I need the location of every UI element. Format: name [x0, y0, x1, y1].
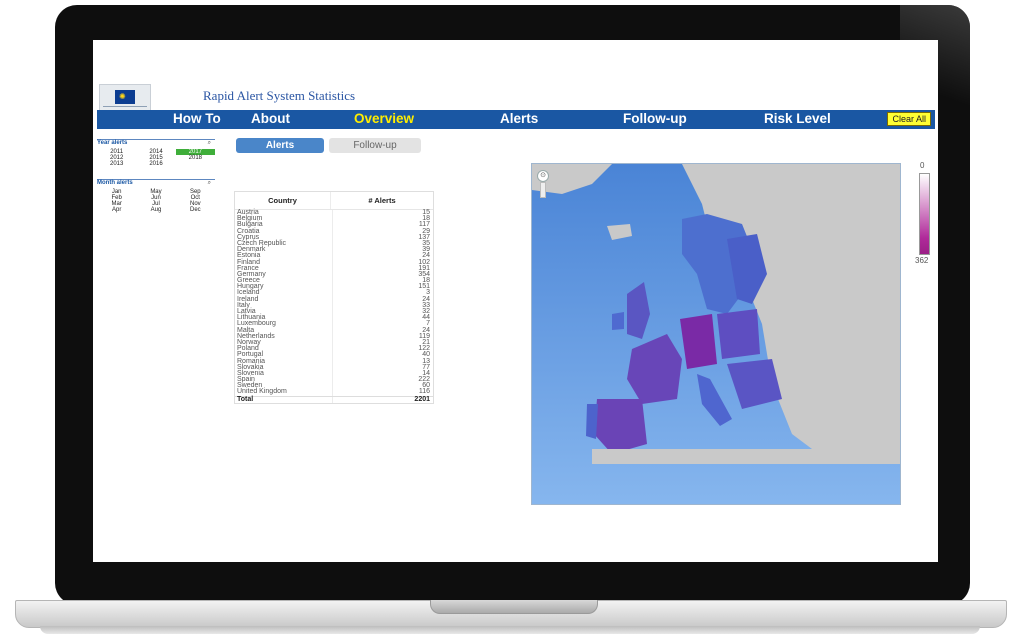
page-title: Rapid Alert System Statistics	[203, 88, 356, 103]
total-label: Total	[235, 396, 333, 403]
month-grid: Jan May Sep Feb Jun Oct Mar Jul Nov Apr …	[97, 189, 215, 213]
table-body: Austria 15 Belgium 18 Bulgaria 117 Croatia 29 Cy…	[235, 209, 433, 396]
month-option[interactable]: Aug	[136, 207, 175, 213]
year-option[interactable]: 2016	[136, 161, 175, 167]
year-filter-label: Year alerts	[97, 140, 128, 146]
main-nav: How To About Overview Alerts Follow-up R…	[97, 110, 935, 129]
table-row[interactable]: United Kingdom 116	[235, 388, 433, 396]
nav-about[interactable]: About	[251, 111, 290, 126]
month-option[interactable]: Apr	[97, 207, 136, 213]
year-option[interactable]: 2013	[97, 161, 136, 167]
nav-risk-level[interactable]: Risk Level	[764, 111, 831, 126]
map-canvas	[532, 164, 900, 504]
alerts-table: Country # Alerts Austria 15 Belgium 18 Bulga…	[234, 191, 434, 404]
nav-follow-up[interactable]: Follow-up	[623, 111, 687, 126]
eu-flag-icon: ✺	[115, 90, 135, 104]
north-africa	[592, 449, 900, 464]
screen: ✺ Rapid Alert System Statistics How To A…	[93, 40, 938, 562]
zoom-slider[interactable]	[540, 182, 546, 198]
column-alerts[interactable]: # Alerts	[331, 192, 433, 209]
search-icon[interactable]: ⌕	[208, 180, 211, 187]
table-total-row: Total 2201	[235, 395, 433, 403]
month-filter: Month alerts ⌕ Jan May Sep Feb Jun Oct M…	[97, 179, 215, 213]
legend-min: 0	[920, 161, 925, 170]
total-value: 2201	[414, 395, 430, 403]
nav-alerts[interactable]: Alerts	[500, 111, 538, 126]
europe-map[interactable]: ⊙	[531, 163, 901, 505]
poland	[717, 309, 760, 359]
legend-max: 362	[915, 256, 929, 265]
year-grid: 2011 2014 2017 2012 2015 2018 2013 2016	[97, 149, 215, 167]
year-filter: Year alerts ⌕ 2011 2014 2017 2012 2015 2…	[97, 139, 215, 167]
tab-follow-up[interactable]: Follow-up	[329, 138, 421, 153]
table-header: Country # Alerts	[235, 192, 433, 210]
tab-alerts[interactable]: Alerts	[236, 138, 324, 153]
year-option-empty	[176, 161, 215, 167]
laptop-notch	[430, 600, 598, 614]
month-option[interactable]: Dec	[176, 207, 215, 213]
month-filter-label: Month alerts	[97, 180, 133, 186]
nav-how-to[interactable]: How To	[173, 111, 221, 126]
alerts-cell: 116	[418, 388, 430, 396]
laptop-base-edge	[40, 626, 980, 634]
legend-gradient	[919, 173, 930, 255]
search-icon[interactable]: ⌕	[208, 140, 211, 147]
column-country[interactable]: Country	[235, 192, 331, 209]
country-cell: United Kingdom	[235, 388, 333, 396]
clear-all-button[interactable]: Clear All	[887, 112, 931, 126]
zoom-icon[interactable]: ⊙	[537, 170, 549, 182]
ireland	[612, 312, 624, 330]
portugal	[586, 404, 598, 439]
nav-overview[interactable]: Overview	[354, 111, 414, 126]
